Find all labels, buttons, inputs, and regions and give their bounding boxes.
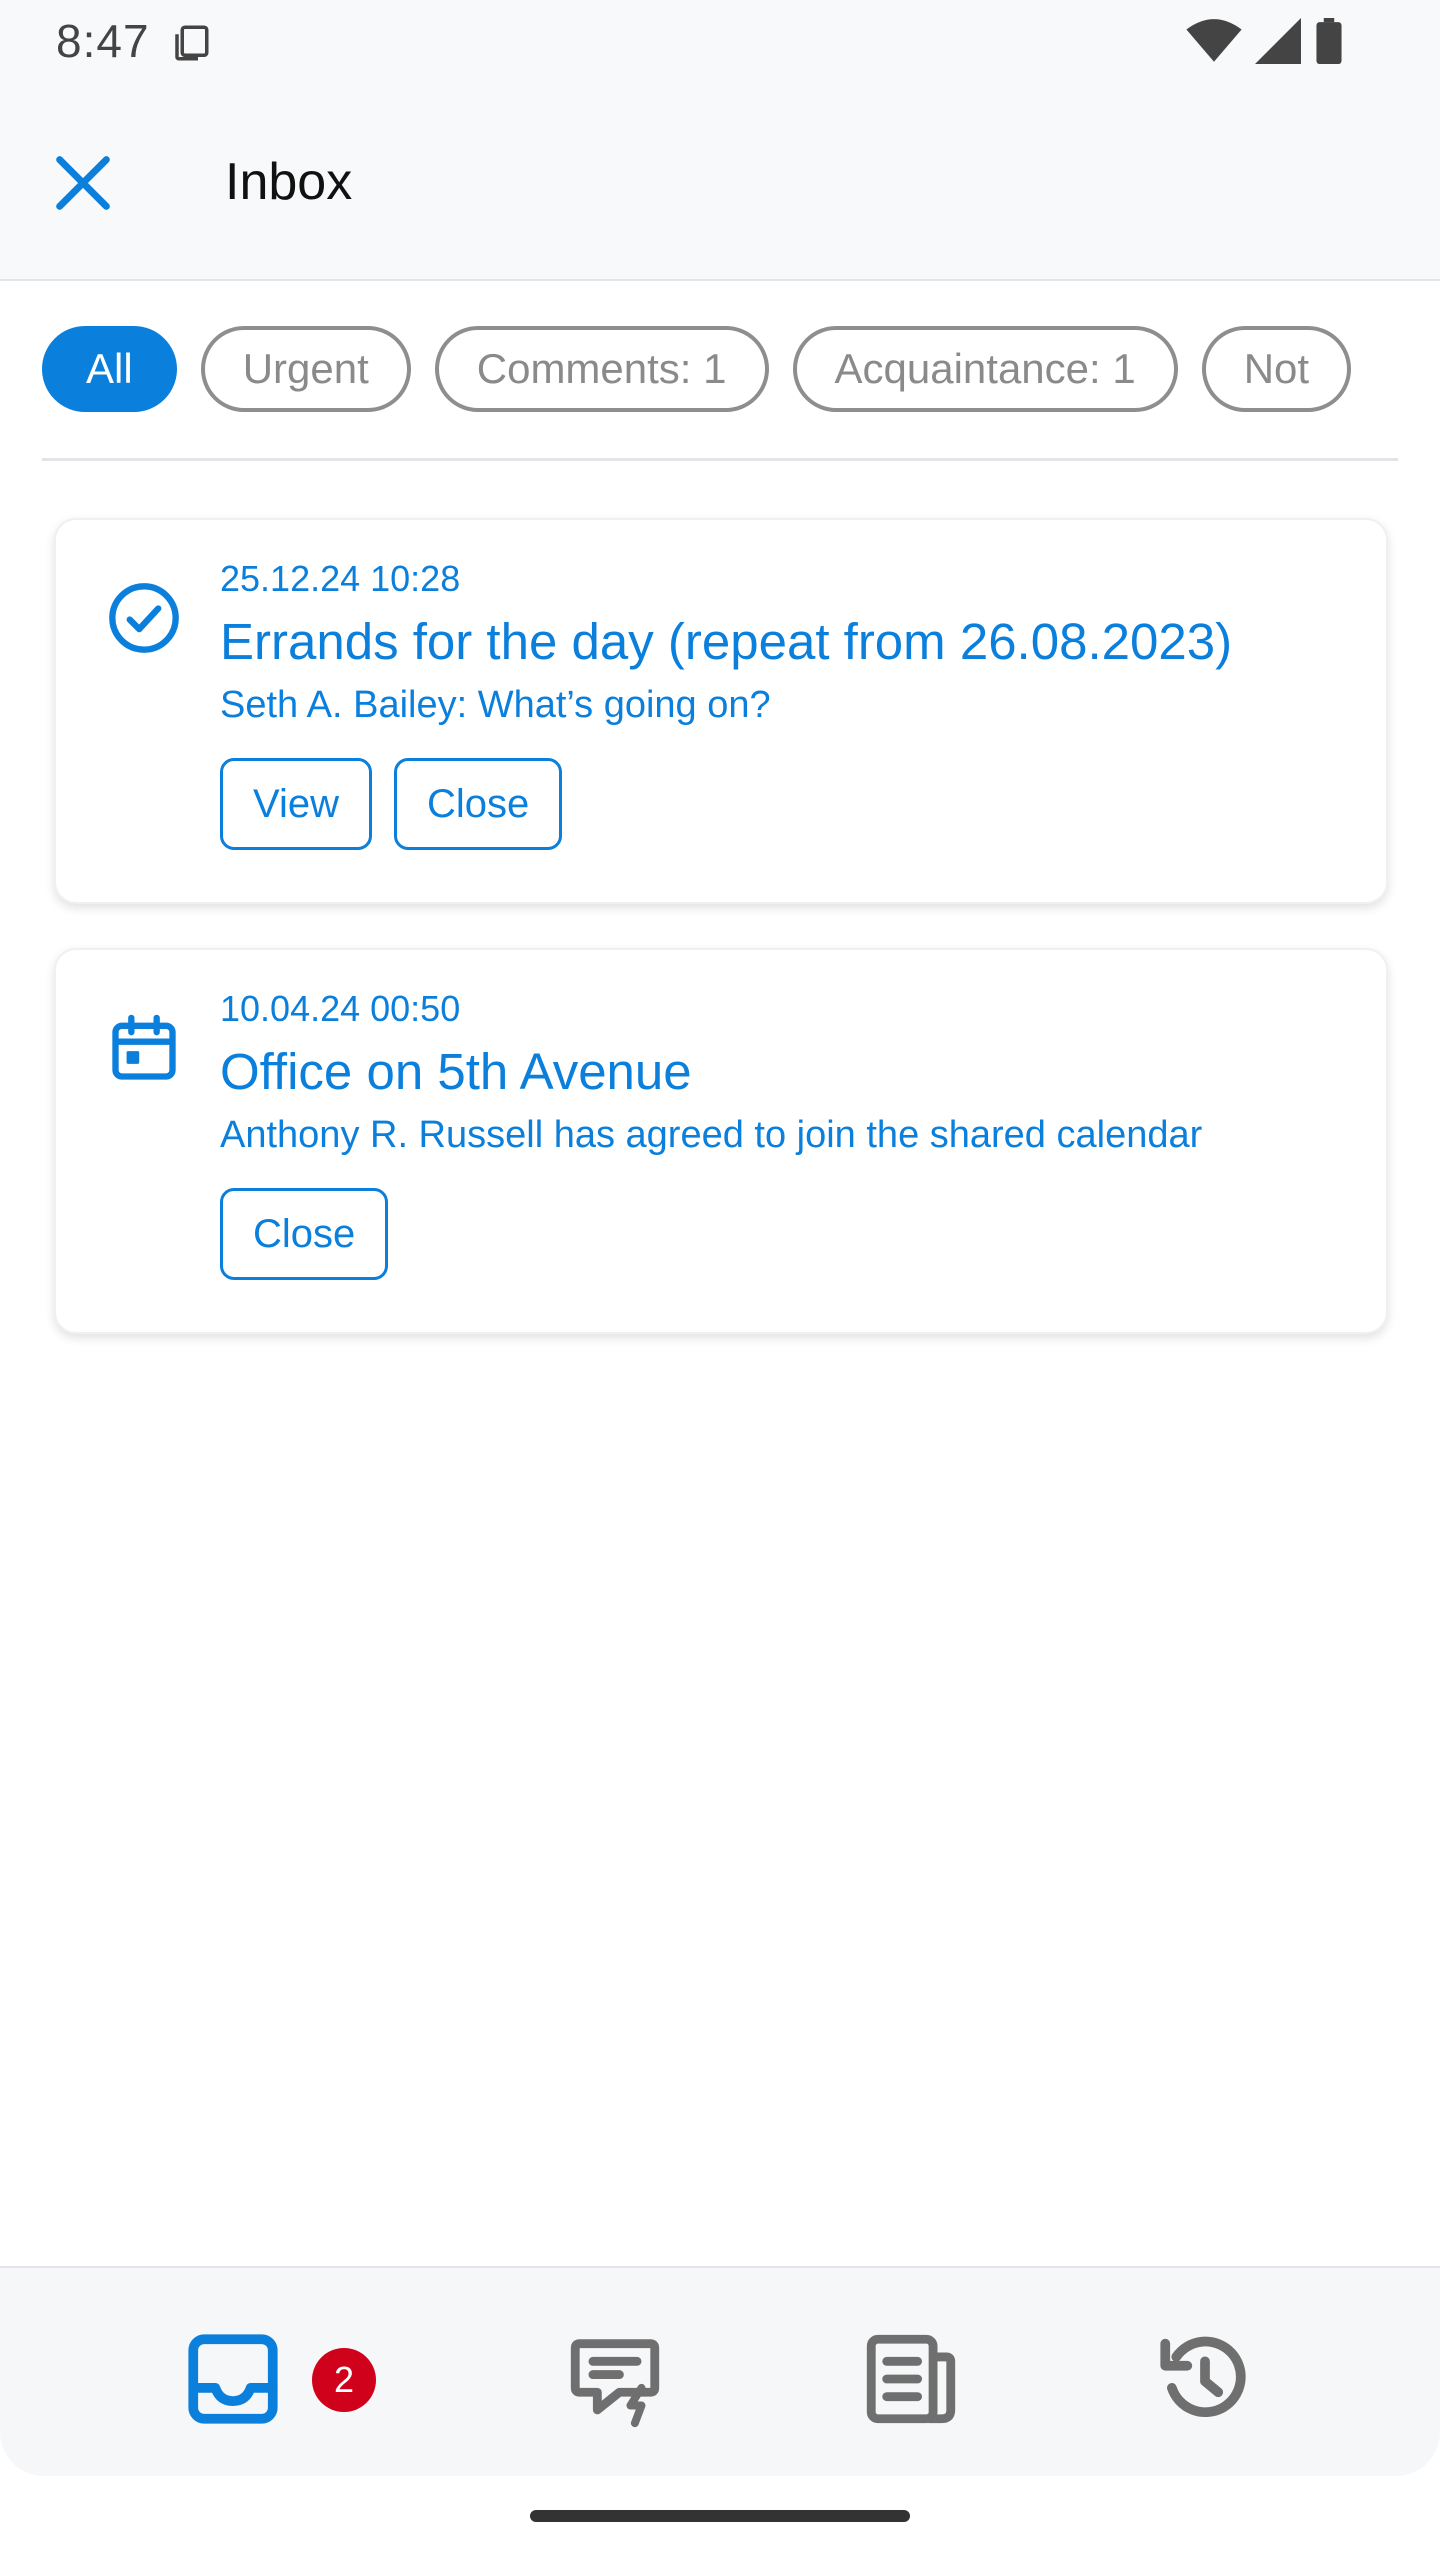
inbox-badge: 2	[312, 2348, 376, 2412]
close-button[interactable]: Close	[393, 758, 563, 850]
notification-actions: View Close	[220, 758, 563, 850]
filter-divider	[42, 458, 1398, 461]
notification-subtitle: Anthony R. Russell has agreed to join th…	[220, 1114, 1203, 1156]
copy-icon	[175, 25, 209, 61]
news-icon[interactable]	[858, 2326, 964, 2432]
history-icon[interactable]	[1152, 2326, 1258, 2432]
inbox-icon[interactable]	[180, 2326, 286, 2432]
view-button[interactable]: View	[220, 758, 372, 850]
chip-notes[interactable]: Not	[1201, 326, 1352, 412]
notification-card[interactable]: 10.04.24 00:50 Office on 5th Avenue Anth…	[54, 948, 1388, 1334]
notification-actions: Close	[220, 1188, 389, 1280]
inbox-screen: 8:47 Inbox All Urgent Comments: 1 Acquai	[0, 0, 1440, 2560]
notification-date: 25.12.24 10:28	[220, 558, 461, 599]
signal-icon	[1255, 18, 1301, 64]
filter-chips: All Urgent Comments: 1 Acquaintance: 1 N…	[42, 323, 1398, 415]
message-lightning-icon[interactable]	[562, 2326, 668, 2432]
battery-icon	[1316, 18, 1342, 64]
notification-title: Office on 5th Avenue	[220, 1043, 692, 1100]
status-time: 8:47	[56, 15, 150, 67]
close-button[interactable]: Close	[220, 1188, 389, 1280]
notification-subtitle: Seth A. Bailey: What’s going on?	[220, 684, 771, 726]
notification-card[interactable]: 25.12.24 10:28 Errands for the day (repe…	[54, 518, 1388, 904]
calendar-icon	[112, 1014, 176, 1080]
notification-title: Errands for the day (repeat from 26.08.2…	[220, 613, 1233, 670]
home-indicator[interactable]	[530, 2510, 910, 2522]
chip-comments[interactable]: Comments: 1	[434, 326, 769, 412]
wifi-icon	[1186, 19, 1242, 62]
chip-all[interactable]: All	[42, 326, 177, 412]
bottom-navigation: 2	[0, 2266, 1440, 2476]
status-icons	[1186, 18, 1344, 64]
close-icon[interactable]	[48, 148, 118, 218]
notification-date: 10.04.24 00:50	[220, 988, 461, 1029]
app-header: 8:47 Inbox	[0, 0, 1440, 281]
page-title: Inbox	[225, 153, 353, 211]
chip-urgent[interactable]: Urgent	[200, 326, 411, 412]
check-circle-icon	[109, 583, 179, 653]
chip-acquaintance[interactable]: Acquaintance: 1	[792, 326, 1178, 412]
